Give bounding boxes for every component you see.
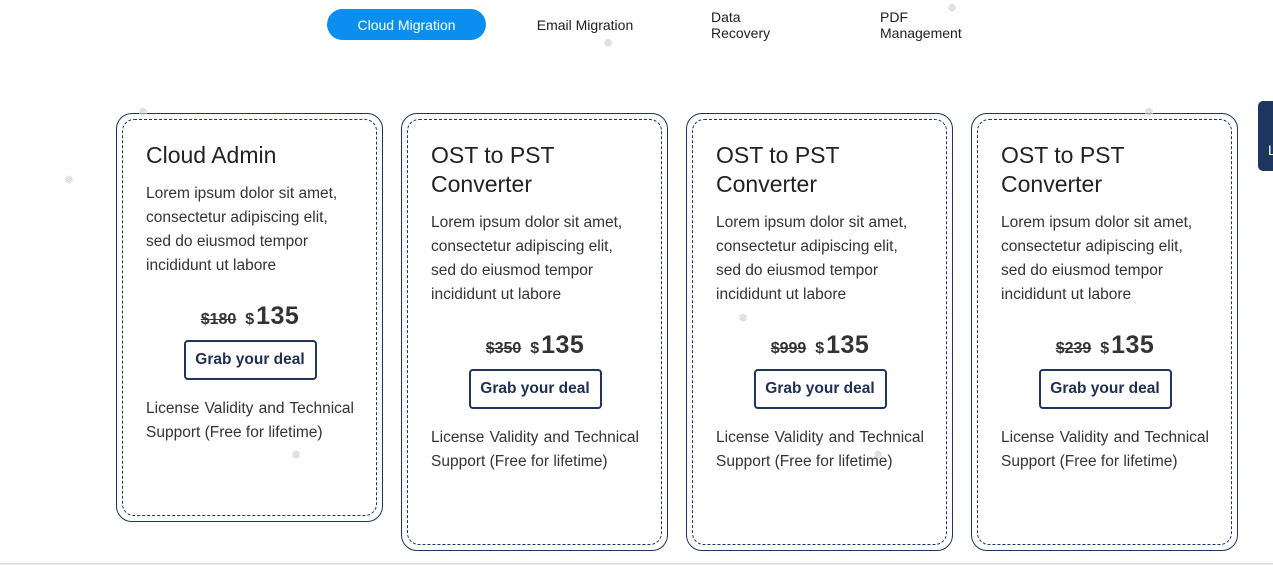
old-price-value: 350: [494, 340, 522, 357]
new-price: 135: [826, 331, 870, 359]
old-price-value: 180: [209, 311, 237, 328]
snowflake-icon: ❅: [737, 311, 749, 325]
price-row: $239 $135: [1001, 330, 1209, 364]
price-row: $999 $135: [716, 330, 924, 364]
card-title: OST to PST Converter: [1001, 142, 1125, 197]
card-description: Lorem ipsum dolor sit amet, consectetur …: [716, 214, 908, 303]
new-price: 135: [256, 302, 300, 330]
grab-deal-button[interactable]: Grab your deal: [183, 340, 317, 380]
snowflake-icon: ❅: [602, 36, 614, 50]
card-title: Cloud Admin: [146, 142, 277, 168]
currency-symbol: $: [485, 340, 495, 357]
license-note: License Validity and Technical Support (…: [146, 400, 354, 441]
card-title: OST to PST Converter: [431, 142, 555, 197]
old-price-value: 999: [779, 340, 807, 357]
snowflake-icon: ❅: [63, 173, 75, 187]
card-description: Lorem ipsum dolor sit amet, consectetur …: [431, 214, 623, 303]
snowflake-icon: ❅: [1143, 105, 1155, 119]
snowflake-icon: ❅: [137, 105, 149, 119]
license-note: License Validity and Technical Support (…: [1001, 429, 1209, 470]
side-floating-tab[interactable]: L: [1258, 101, 1273, 171]
snowflake-icon: ❅: [290, 448, 302, 462]
old-price: $239: [1056, 340, 1092, 357]
new-price: 135: [541, 331, 585, 359]
snowflake-icon: ❅: [872, 448, 884, 462]
old-price: $350: [486, 340, 522, 357]
old-price: $999: [771, 340, 807, 357]
tab-cloud-migration[interactable]: Cloud Migration: [327, 9, 486, 40]
grab-deal-button[interactable]: Grab your deal: [753, 369, 887, 409]
currency-symbol: $: [530, 340, 540, 357]
currency-symbol: $: [1055, 340, 1065, 357]
new-price: 135: [1111, 331, 1155, 359]
tab-data-recovery[interactable]: Data Recovery: [711, 9, 801, 41]
grab-deal-button[interactable]: Grab your deal: [1038, 369, 1172, 409]
old-price: $180: [201, 311, 237, 328]
license-note: License Validity and Technical Support (…: [431, 429, 639, 470]
product-card: OST to PST Converter Lorem ipsum dolor s…: [971, 113, 1238, 551]
product-card: Cloud Admin Lorem ipsum dolor sit amet, …: [116, 113, 383, 522]
card-title: OST to PST Converter: [716, 142, 840, 197]
side-tab-label: L: [1268, 142, 1273, 158]
grab-deal-button[interactable]: Grab your deal: [468, 369, 602, 409]
currency-symbol: $: [815, 340, 825, 357]
old-price-value: 239: [1064, 340, 1092, 357]
product-card: OST to PST Converter Lorem ipsum dolor s…: [401, 113, 668, 551]
currency-symbol: $: [1100, 340, 1110, 357]
currency-symbol: $: [200, 311, 210, 328]
product-card: OST to PST Converter Lorem ipsum dolor s…: [686, 113, 953, 551]
currency-symbol: $: [245, 311, 255, 328]
tab-pdf-management[interactable]: PDF Management: [880, 9, 992, 41]
tab-email-migration[interactable]: Email Migration: [535, 9, 635, 40]
card-description: Lorem ipsum dolor sit amet, consectetur …: [146, 185, 338, 274]
snowflake-icon: ❅: [946, 1, 958, 15]
price-row: $350 $135: [431, 330, 639, 364]
license-note: License Validity and Technical Support (…: [716, 429, 924, 470]
card-description: Lorem ipsum dolor sit amet, consectetur …: [1001, 214, 1193, 303]
price-row: $180 $135: [146, 301, 354, 335]
currency-symbol: $: [770, 340, 780, 357]
